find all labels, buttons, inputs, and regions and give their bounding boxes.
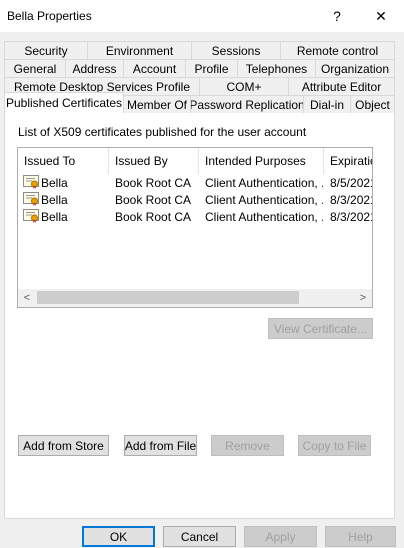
- ok-button[interactable]: OK: [82, 526, 155, 547]
- scrollbar-thumb[interactable]: [37, 291, 299, 304]
- add-from-file-button[interactable]: Add from File: [124, 435, 197, 456]
- description-label: List of X509 certificates published for …: [18, 125, 307, 139]
- tab-com-plus[interactable]: COM+: [199, 77, 289, 95]
- tab-object[interactable]: Object: [350, 95, 395, 113]
- cell-issued-to: Bella: [41, 176, 68, 190]
- cell-issued-to: Bella: [41, 193, 68, 207]
- title-bar: Bella Properties ? ✕: [0, 0, 404, 32]
- column-issued-to[interactable]: Issued To: [18, 148, 109, 174]
- cell-issued-by: Book Root CA: [115, 176, 192, 190]
- column-issued-by[interactable]: Issued By: [109, 148, 199, 174]
- cell-intended-purposes: Client Authentication, ...: [205, 210, 323, 224]
- remove-button[interactable]: Remove: [211, 435, 284, 456]
- cell-issued-by: Book Root CA: [115, 210, 192, 224]
- tab-general[interactable]: General: [4, 59, 66, 77]
- tab-published-certificates[interactable]: Published Certificates: [4, 92, 124, 113]
- cell-expiration: 8/3/2021: [330, 193, 373, 207]
- scroll-right-icon[interactable]: >: [354, 289, 372, 307]
- tab-address[interactable]: Address: [65, 59, 124, 77]
- tab-member-of[interactable]: Member Of: [123, 95, 191, 113]
- cancel-button[interactable]: Cancel: [163, 526, 236, 547]
- tab-dial-in[interactable]: Dial-in: [303, 95, 351, 113]
- horizontal-scrollbar[interactable]: < >: [18, 289, 372, 307]
- tab-security[interactable]: Security: [4, 41, 88, 59]
- apply-button[interactable]: Apply: [244, 526, 317, 547]
- view-certificate-button[interactable]: View Certificate...: [268, 318, 373, 339]
- cell-issued-by: Book Root CA: [115, 193, 192, 207]
- cell-intended-purposes: Client Authentication, ...: [205, 176, 323, 190]
- column-intended-purposes[interactable]: Intended Purposes: [199, 148, 324, 174]
- copy-to-file-button[interactable]: Copy to File: [298, 435, 371, 456]
- tab-remote-control[interactable]: Remote control: [280, 41, 395, 59]
- window-title: Bella Properties: [7, 9, 92, 23]
- close-icon[interactable]: ✕: [358, 0, 404, 32]
- tab-telephones[interactable]: Telephones: [237, 59, 316, 77]
- certificate-icon: [23, 192, 39, 206]
- certificate-icon: [23, 209, 39, 223]
- add-from-store-button[interactable]: Add from Store: [18, 435, 109, 456]
- column-expiration[interactable]: Expiration: [324, 148, 372, 174]
- certificate-list[interactable]: Issued To Issued By Intended Purposes Ex…: [17, 147, 373, 308]
- tab-sessions[interactable]: Sessions: [191, 41, 281, 59]
- cell-issued-to: Bella: [41, 210, 68, 224]
- certificate-icon: [23, 175, 39, 189]
- scroll-left-icon[interactable]: <: [18, 289, 36, 307]
- cell-expiration: 8/5/2021: [330, 176, 373, 190]
- tab-organization[interactable]: Organization: [315, 59, 395, 77]
- help-button[interactable]: Help: [325, 526, 396, 547]
- cell-expiration: 8/3/2021: [330, 210, 373, 224]
- tab-profile[interactable]: Profile: [185, 59, 238, 77]
- tab-attribute-editor[interactable]: Attribute Editor: [288, 77, 395, 95]
- help-icon[interactable]: ?: [314, 0, 360, 32]
- cell-intended-purposes: Client Authentication, ...: [205, 193, 323, 207]
- tab-password-replication[interactable]: Password Replication: [190, 95, 304, 113]
- tab-environment[interactable]: Environment: [87, 41, 192, 59]
- tab-account[interactable]: Account: [123, 59, 186, 77]
